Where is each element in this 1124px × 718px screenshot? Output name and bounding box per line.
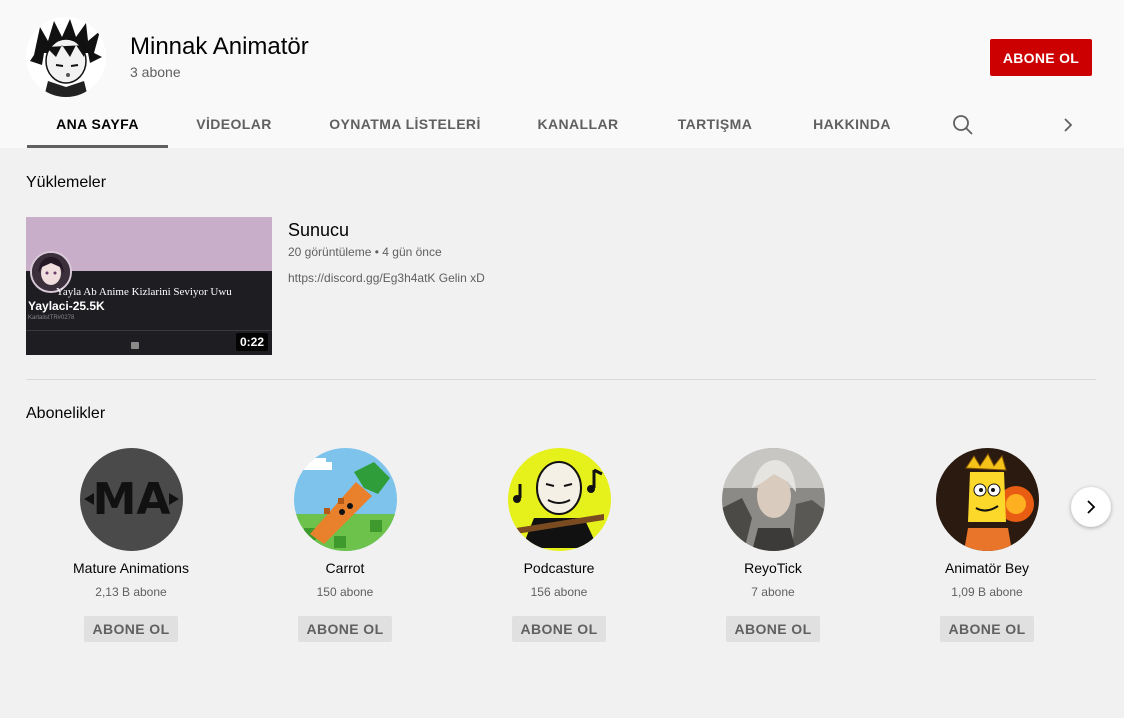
subscribe-button[interactable]: ABONE OL xyxy=(84,616,178,642)
video-description: https://discord.gg/Eg3h4atK Gelin xD xyxy=(288,271,485,285)
subscription-count: 7 abone xyxy=(751,585,795,599)
channel-header: Minnak Animatör 3 abone ABONE OL ANA SAY… xyxy=(0,0,1124,148)
subscription-name[interactable]: ReyoTick xyxy=(693,560,853,576)
video-thumbnail[interactable]: Yayla Ab Anime Kizlarini Seviyor Uwu Yay… xyxy=(26,217,272,355)
subscriptions-heading: Abonelikler xyxy=(26,405,106,422)
next-subscriptions-button[interactable] xyxy=(1071,487,1111,527)
subscription-avatar[interactable]: MA xyxy=(79,448,183,551)
subscription-name[interactable]: Carrot xyxy=(265,560,425,576)
subscribe-button[interactable]: ABONE OL xyxy=(940,616,1034,642)
subscription-count: 1,09 B abone xyxy=(951,585,1023,599)
tab-home[interactable]: ANA SAYFA xyxy=(27,100,168,148)
tab-about[interactable]: HAKKINDA xyxy=(806,100,898,148)
subscription-card: Carrot 150 abone ABONE OL xyxy=(265,448,425,642)
subscription-count: 150 abone xyxy=(316,585,374,599)
uploads-heading: Yüklemeler xyxy=(26,174,107,191)
subscription-card: ReyoTick 7 abone ABONE OL xyxy=(693,448,853,642)
subscription-avatar[interactable] xyxy=(935,448,1039,551)
section-divider xyxy=(26,379,1096,380)
subscription-avatar[interactable] xyxy=(721,448,825,551)
thumbnail-divider xyxy=(26,330,272,331)
subscribe-button[interactable]: ABONE OL xyxy=(990,39,1092,76)
subscription-card: MA Mature Animations 2,13 B abone ABONE … xyxy=(51,448,211,642)
chat-icon xyxy=(131,342,139,349)
thumbnail-caption: Yayla Ab Anime Kizlarini Seviyor Uwu xyxy=(56,286,232,298)
channel-tabs: ANA SAYFA VİDEOLAR OYNATMA LİSTELERİ KAN… xyxy=(0,100,1124,148)
channel-avatar[interactable] xyxy=(26,17,106,97)
subscription-count: 2,13 B abone xyxy=(95,585,167,599)
video-title[interactable]: Sunucu xyxy=(288,220,349,241)
tab-videos[interactable]: VİDEOLAR xyxy=(190,100,278,148)
subscribe-button[interactable]: ABONE OL xyxy=(298,616,392,642)
subscribe-button[interactable]: ABONE OL xyxy=(512,616,606,642)
subscription-name[interactable]: Mature Animations xyxy=(51,560,211,576)
video-meta: 20 görüntüleme • 4 gün önce xyxy=(288,245,442,259)
subscription-avatar[interactable] xyxy=(293,448,397,551)
thumbnail-server-name: Yaylaci-25.5K xyxy=(28,299,105,313)
subscription-name[interactable]: Animatör Bey xyxy=(907,560,1067,576)
subscribe-button[interactable]: ABONE OL xyxy=(726,616,820,642)
subscription-count: 156 abone xyxy=(530,585,588,599)
channel-subscriber-count: 3 abone xyxy=(130,64,181,80)
thumbnail-tag: KartalistTR#0278 xyxy=(28,315,75,321)
subscription-name[interactable]: Podcasture xyxy=(479,560,639,576)
search-icon[interactable] xyxy=(950,112,976,138)
chevron-right-icon[interactable] xyxy=(1056,112,1080,138)
tab-channels[interactable]: KANALLAR xyxy=(532,100,624,148)
channel-title: Minnak Animatör xyxy=(130,33,309,60)
avatar-logo-text: MA xyxy=(92,474,170,525)
subscription-card: Animatör Bey 1,09 B abone ABONE OL xyxy=(907,448,1067,642)
chevron-right-icon xyxy=(1087,500,1096,514)
subscription-card: Podcasture 156 abone ABONE OL xyxy=(479,448,639,642)
tab-playlists[interactable]: OYNATMA LİSTELERİ xyxy=(326,100,484,148)
tab-discussion[interactable]: TARTIŞMA xyxy=(672,100,758,148)
video-duration: 0:22 xyxy=(235,333,268,351)
subscription-avatar[interactable] xyxy=(507,448,611,551)
